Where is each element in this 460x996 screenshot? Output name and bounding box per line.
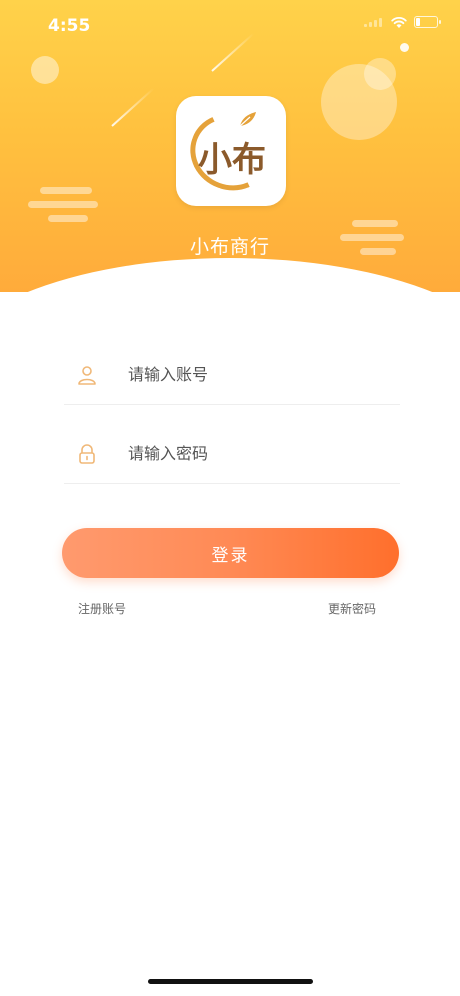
login-screen: 4:55 小布 小布商行 请输入账号 登录 注册账号 更新密码 (0, 0, 460, 996)
reset-password-link[interactable]: 更新密码 (328, 600, 376, 617)
wifi-icon (391, 16, 407, 28)
signal-icon (364, 17, 384, 27)
account-field (64, 345, 400, 405)
password-input[interactable] (128, 444, 368, 463)
password-field (64, 424, 400, 484)
decor-dot (400, 43, 409, 52)
shooting-star (211, 32, 255, 72)
app-name: 小布商行 (189, 236, 270, 258)
lock-icon (79, 443, 95, 464)
header-banner: 4:55 小布 小布商行 (0, 0, 460, 378)
status-time: 4:55 (48, 16, 91, 36)
register-link[interactable]: 注册账号 (78, 600, 126, 617)
app-logo: 小布 (176, 96, 286, 206)
decor-cloud (40, 187, 92, 194)
account-input[interactable] (128, 365, 368, 384)
home-indicator[interactable] (148, 979, 313, 984)
status-icons (364, 15, 441, 29)
decor-circle (364, 58, 396, 90)
logo-text: 小布 (198, 140, 266, 180)
decor-cloud (48, 215, 88, 222)
login-button[interactable]: 登录 (62, 528, 399, 578)
decor-cloud (352, 220, 398, 227)
shooting-star (111, 87, 155, 127)
battery-icon (414, 16, 441, 28)
decor-circle (31, 56, 59, 84)
leaf-icon (239, 112, 256, 127)
decor-cloud (28, 201, 98, 208)
user-icon (78, 365, 96, 385)
